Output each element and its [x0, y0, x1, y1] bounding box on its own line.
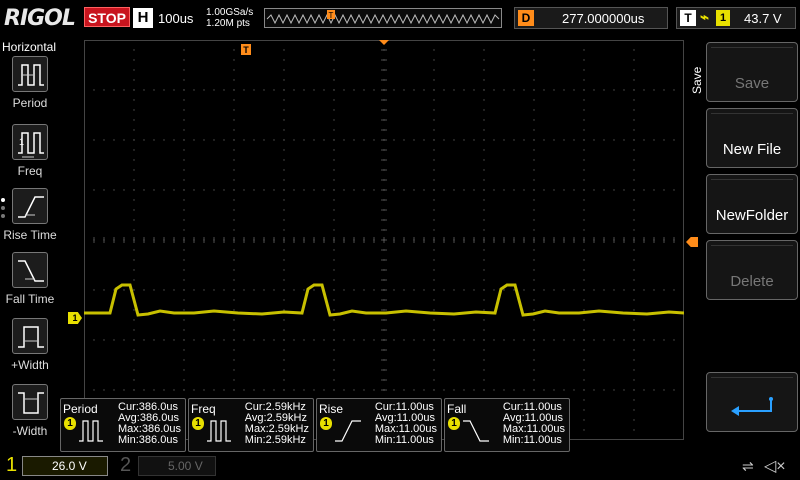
trigger-position-marker[interactable]: T	[241, 44, 251, 55]
positive-width-icon	[12, 318, 48, 354]
measurement-name: Freq	[191, 402, 216, 416]
trigger-badge: T	[680, 10, 696, 26]
timebase-value[interactable]: 100us	[158, 11, 193, 26]
enter-return-icon	[731, 397, 773, 416]
button-label: New File	[722, 141, 782, 158]
measurement-source: 1	[448, 417, 460, 430]
menu-item-rise-time[interactable]: Rise Time	[0, 188, 60, 250]
measurement-freq[interactable]: Freq 1 Cur:2.59kHz Avg:2.59kHz Max:2.59kHz…	[188, 398, 314, 452]
frequency-icon: 1	[12, 124, 48, 160]
measurement-name: Rise	[319, 402, 344, 416]
rise-time-icon	[12, 188, 48, 224]
menu-item-label: +Width	[11, 358, 49, 372]
horizontal-badge: H	[133, 8, 153, 28]
menu-item-label: Freq	[17, 164, 43, 178]
trigger-level: 43.7 V	[744, 11, 782, 26]
new-file-button[interactable]: New File	[706, 108, 798, 168]
rigol-logo: RIGOL	[4, 6, 76, 31]
menu-item-fall-time[interactable]: Fall Time	[0, 252, 60, 314]
sample-rate: 1.00GSa/s	[206, 7, 254, 18]
save-menu: Save Save New File NewFolder Delete	[686, 38, 800, 450]
memory-trigger-letter: T	[329, 11, 334, 20]
top-status-bar: RIGOL STOP H 100us 1.00GSa/s 1.20M pts T…	[0, 0, 800, 38]
usb-icon: ⇌	[742, 458, 754, 474]
frequency-icon	[207, 420, 231, 442]
rise-time-icon	[335, 420, 361, 442]
new-folder-button[interactable]: NewFolder	[706, 174, 798, 234]
acquisition-info: 1.00GSa/s 1.20M pts	[206, 7, 253, 29]
measurement-source: 1	[192, 417, 204, 430]
measurement-fall[interactable]: Fall 1 Cur:11.00us Avg:11.00us Max:11.00us…	[444, 398, 570, 452]
menu-item-label: Fall Time	[5, 292, 55, 306]
memory-position-bar[interactable]: T	[264, 8, 502, 28]
menu-item-positive-width[interactable]: +Width	[0, 318, 60, 380]
measurement-values: Cur:386.0us Avg:386.0us Max:386.0us Min:386…	[118, 401, 181, 446]
measurement-source: 1	[64, 417, 76, 430]
channel-1-offset-marker[interactable]: 1	[68, 312, 82, 324]
period-icon	[79, 420, 103, 442]
memory-depth: 1.20M pts	[206, 18, 250, 29]
button-label: Save	[734, 75, 770, 92]
channel-2-number: 2	[120, 454, 132, 476]
svg-text:T: T	[243, 45, 249, 55]
measurement-values: Cur:11.00us Avg:11.00us Max:11.00us Min:11.…	[502, 401, 565, 446]
channel-2-scale: 5.00 V	[168, 459, 203, 473]
menu-title: Save	[690, 66, 704, 94]
channel-1-number: 1	[6, 454, 18, 476]
channel-1-scale: 26.0 V	[52, 459, 87, 473]
menu-item-period[interactable]: Period	[0, 56, 60, 118]
graticule	[84, 40, 684, 440]
period-icon	[12, 56, 48, 92]
delay-badge: D	[518, 10, 534, 26]
measurement-values: Cur:11.00us Avg:11.00us Max:11.00us Min:11.…	[374, 401, 437, 446]
waveform-display[interactable]: T	[84, 40, 684, 440]
button-label: Delete	[730, 273, 774, 290]
menu-item-freq[interactable]: 1 Freq	[0, 124, 60, 186]
measurement-name: Fall	[447, 402, 467, 416]
menu-item-label: Period	[12, 96, 48, 110]
svg-text:1: 1	[19, 137, 24, 147]
horizontal-measure-menu: Horizontal Period 1 Freq Rise Time Fall …	[0, 38, 60, 450]
page-indicator	[1, 198, 7, 222]
trigger-source-badge: 1	[716, 10, 730, 26]
menu-item-negative-width[interactable]: -Width	[0, 384, 60, 446]
fall-time-icon	[463, 420, 489, 442]
menu-item-label: Rise Time	[3, 228, 57, 242]
delete-button[interactable]: Delete	[706, 240, 798, 300]
save-button[interactable]: Save	[706, 42, 798, 102]
horizontal-center-marker	[379, 40, 389, 45]
menu-title: Horizontal	[2, 40, 57, 54]
fall-time-icon	[12, 252, 48, 288]
menu-item-label: -Width	[12, 424, 48, 438]
delay-value: 277.000000us	[562, 11, 645, 26]
measurement-values: Cur:2.59kHz Avg:2.59kHz Max:2.59kHz Min:2.5…	[244, 401, 309, 446]
rising-edge-icon: ⌁	[700, 9, 710, 26]
memory-waveform-preview: T	[266, 10, 500, 25]
measurement-period[interactable]: Period 1 Cur:386.0us Avg:386.0us Max:386.0…	[60, 398, 186, 452]
run-stop-indicator[interactable]: STOP	[84, 7, 130, 27]
button-label: NewFolder	[715, 207, 789, 224]
speaker-muted-icon[interactable]: ◁×	[764, 456, 786, 476]
enter-button[interactable]	[706, 372, 798, 432]
measurement-source: 1	[320, 417, 332, 430]
measurement-rise[interactable]: Rise 1 Cur:11.00us Avg:11.00us Max:11.00us…	[316, 398, 442, 452]
measurement-name: Period	[63, 402, 98, 416]
negative-width-icon	[12, 384, 48, 420]
